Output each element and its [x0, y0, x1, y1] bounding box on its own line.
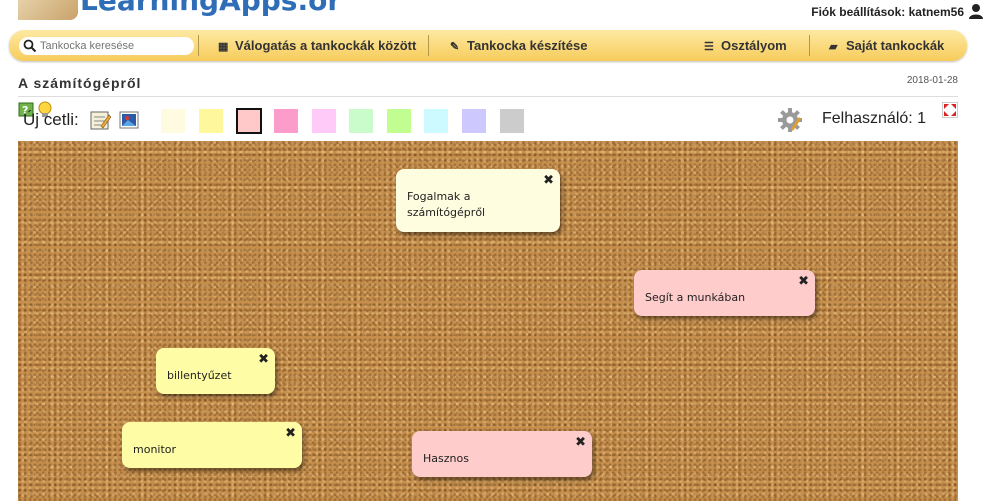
gear-icon[interactable] [777, 107, 803, 133]
site-logo[interactable]: LearningApps.org [18, 0, 338, 20]
user-count: Felhasználó: 1 [822, 110, 927, 127]
note-text: Hasznos [423, 452, 469, 465]
close-icon[interactable]: ✖ [543, 173, 554, 189]
close-icon[interactable]: ✖ [575, 435, 586, 451]
nav-divider [428, 35, 429, 56]
nav-label: Osztályom [721, 38, 787, 53]
note-card[interactable]: Hasznos ✖ [412, 431, 592, 477]
grid-icon: ▦ [218, 41, 229, 53]
color-swatch-lavender[interactable] [462, 109, 486, 133]
logo-text: LearningApps.org [80, 0, 338, 17]
title-divider [18, 96, 958, 97]
nav-my-apps[interactable]: ▰ Saját tankockák [829, 38, 944, 53]
list-icon: ☰ [704, 41, 714, 53]
note-text: Fogalmak a számítógépről [407, 190, 486, 219]
color-swatch-pink[interactable] [274, 109, 298, 133]
color-swatch-light-red[interactable] [236, 108, 262, 134]
page-date: 2018-01-28 [906, 75, 958, 86]
new-note-label: Új cetli: [23, 110, 79, 129]
nav-my-class[interactable]: ☰ Osztályom [704, 38, 787, 53]
cork-board[interactable]: Fogalmak a számítógépről ✖ Segít a munká… [18, 141, 958, 501]
note-card[interactable]: billentyűzet ✖ [156, 348, 275, 394]
new-text-note-icon[interactable] [89, 109, 111, 131]
user-icon[interactable] [968, 3, 984, 19]
nav-create-app[interactable]: ✎ Tankocka készítése [450, 38, 587, 53]
color-swatch-light-pink[interactable] [312, 109, 336, 133]
color-swatch-gray[interactable] [500, 109, 524, 133]
note-text: billentyűzet [167, 369, 232, 382]
page-title: A számítógépről [18, 75, 142, 91]
logo-book-icon [18, 0, 78, 20]
nav-divider [198, 35, 199, 56]
fullscreen-icon[interactable] [942, 102, 958, 118]
color-swatch-yellow[interactable] [199, 109, 223, 133]
note-text: monitor [133, 443, 177, 456]
close-icon[interactable]: ✖ [798, 274, 809, 290]
color-swatch-light-green[interactable] [349, 109, 373, 133]
note-card[interactable]: monitor ✖ [122, 422, 302, 468]
nav-label: Saját tankockák [846, 38, 945, 53]
search-icon [23, 39, 37, 53]
folder-icon: ▰ [829, 41, 838, 53]
nav-label: Tankocka készítése [467, 38, 588, 53]
nav-label: Válogatás a tankockák között [235, 38, 417, 53]
nav-browse-apps[interactable]: ▦ Válogatás a tankockák között [218, 38, 416, 53]
note-text: Segít a munkában [645, 291, 746, 304]
pencil-icon: ✎ [450, 41, 460, 53]
search-box[interactable] [19, 37, 194, 55]
account-settings-link[interactable]: Fiók beállítások: katnem56 [811, 5, 964, 19]
main-nav: ▦ Válogatás a tankockák között ✎ Tankocka … [9, 30, 967, 61]
nav-divider [809, 35, 810, 56]
color-swatch-light-yellow[interactable] [161, 109, 185, 133]
color-swatch-green[interactable] [387, 109, 411, 133]
close-icon[interactable]: ✖ [258, 352, 269, 368]
note-card[interactable]: Fogalmak a számítógépről ✖ [396, 169, 560, 232]
note-card[interactable]: Segít a munkában ✖ [634, 270, 815, 316]
color-swatch-light-cyan[interactable] [424, 109, 448, 133]
close-icon[interactable]: ✖ [285, 426, 296, 442]
new-image-note-icon[interactable] [118, 109, 140, 131]
search-input[interactable] [40, 38, 190, 54]
